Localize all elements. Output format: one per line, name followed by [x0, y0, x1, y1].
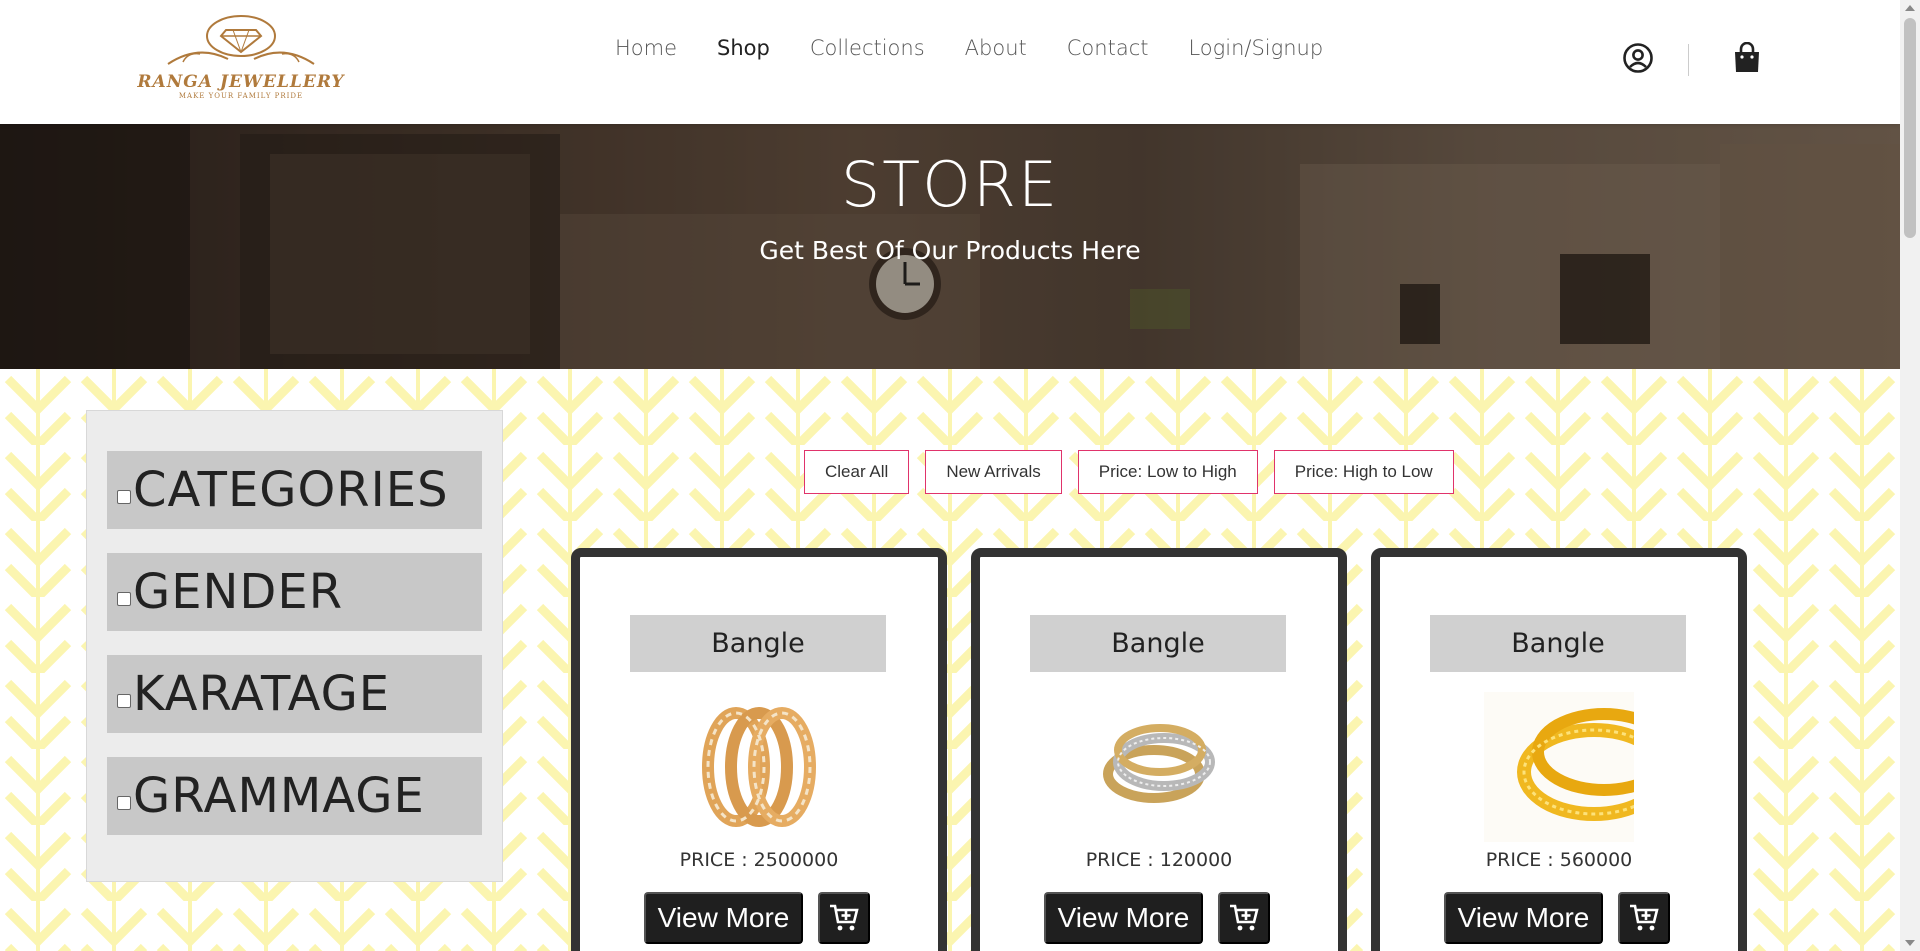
add-to-cart-button[interactable]	[818, 892, 870, 944]
site-header: RANGA JEWELLERY MAKE YOUR FAMILY PRIDE H…	[0, 0, 1900, 124]
price-low-to-high-button[interactable]: Price: Low to High	[1077, 450, 1258, 494]
nav-home[interactable]: Home	[615, 36, 677, 60]
filter-categories[interactable]: CATEGORIES	[107, 451, 482, 529]
shopping-bag-icon[interactable]	[1733, 41, 1761, 78]
product-name: Bangle	[630, 615, 886, 672]
add-to-cart-icon	[1630, 904, 1659, 931]
product-name: Bangle	[1430, 615, 1686, 672]
header-actions	[1622, 41, 1761, 78]
add-to-cart-button[interactable]	[1218, 892, 1270, 944]
filter-checkbox[interactable]	[117, 592, 131, 606]
nav-shop[interactable]: Shop	[717, 36, 770, 60]
product-card: Bangle PRICE : 120000 View More	[971, 548, 1347, 951]
filter-label: KARATAGE	[133, 666, 391, 722]
hero-title: STORE	[840, 148, 1060, 221]
scroll-down-arrow-icon[interactable]	[1905, 940, 1915, 946]
brand-logo[interactable]: RANGA JEWELLERY MAKE YOUR FAMILY PRIDE	[128, 14, 354, 104]
brand-tagline: MAKE YOUR FAMILY PRIDE	[178, 92, 304, 100]
nav-about[interactable]: About	[965, 36, 1027, 60]
scrollbar-thumb[interactable]	[1904, 18, 1916, 238]
hero-banner: STORE Get Best Of Our Products Here	[0, 124, 1900, 369]
view-more-button[interactable]: View More	[1044, 892, 1203, 944]
product-price: PRICE : 120000	[1085, 849, 1233, 871]
filter-label: CATEGORIES	[133, 462, 449, 518]
new-arrivals-button[interactable]: New Arrivals	[925, 450, 1062, 494]
nav-collections[interactable]: Collections	[810, 36, 925, 60]
view-more-button[interactable]: View More	[644, 892, 803, 944]
scroll-up-arrow-icon[interactable]	[1905, 5, 1915, 11]
product-image[interactable]	[1484, 692, 1676, 842]
filter-checkbox[interactable]	[117, 490, 131, 504]
filter-checkbox[interactable]	[117, 694, 131, 708]
filter-gender[interactable]: GENDER	[107, 553, 482, 631]
product-image[interactable]	[1084, 692, 1234, 842]
product-image[interactable]	[684, 692, 834, 842]
product-card: Bangle PRICE : 2500000 View More	[571, 548, 947, 951]
clear-all-button[interactable]: Clear All	[804, 450, 910, 494]
add-to-cart-icon	[830, 904, 859, 931]
filter-grammage[interactable]: GRAMMAGE	[107, 757, 482, 835]
filter-sidebar: CATEGORIES GENDER KARATAGE GRAMMAGE	[86, 410, 503, 882]
add-to-cart-icon	[1230, 904, 1259, 931]
product-price: PRICE : 2500000	[679, 849, 839, 871]
page-scrollbar[interactable]	[1900, 0, 1920, 951]
add-to-cart-button[interactable]	[1618, 892, 1670, 944]
view-more-button[interactable]: View More	[1444, 892, 1603, 944]
header-divider	[1688, 44, 1689, 76]
hero-subtitle: Get Best Of Our Products Here	[759, 236, 1141, 265]
filter-label: GENDER	[133, 564, 344, 620]
sort-bar: Clear All New Arrivals Price: Low to Hig…	[804, 450, 1454, 494]
price-high-to-low-button[interactable]: Price: High to Low	[1273, 450, 1454, 494]
nav-contact[interactable]: Contact	[1067, 36, 1149, 60]
product-card: Bangle PRICE : 560000 View More	[1371, 548, 1747, 951]
user-circle-icon[interactable]	[1622, 42, 1654, 78]
brand-name: RANGA JEWELLERY	[137, 72, 345, 92]
product-name: Bangle	[1030, 615, 1286, 672]
filter-karatage[interactable]: KARATAGE	[107, 655, 482, 733]
nav-login-signup[interactable]: Login/Signup	[1188, 36, 1323, 60]
product-price: PRICE : 560000	[1485, 849, 1633, 871]
filter-label: GRAMMAGE	[133, 768, 425, 824]
main-nav: Home Shop Collections About Contact Logi…	[615, 36, 1323, 60]
filter-checkbox[interactable]	[117, 796, 131, 810]
